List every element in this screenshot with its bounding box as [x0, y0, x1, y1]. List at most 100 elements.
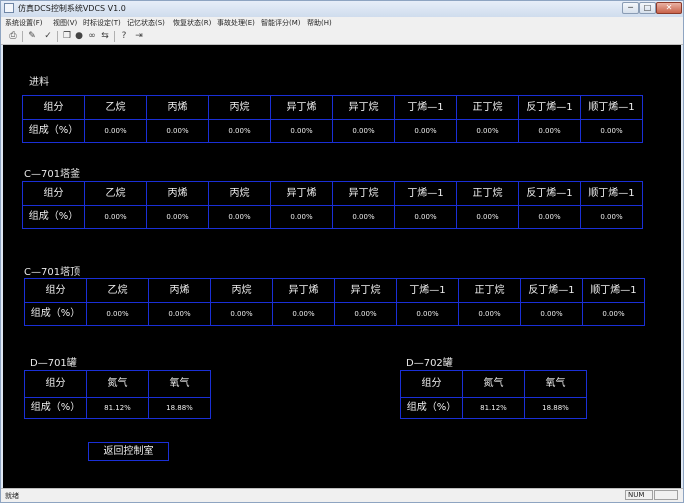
- value-cell: 0.00%: [210, 302, 273, 326]
- value-cell: 0.00%: [394, 119, 457, 143]
- header-label-cell: 组分: [24, 278, 87, 303]
- column-header-cell: 乙烷: [86, 278, 149, 303]
- column-header-cell: 丙烯: [146, 181, 209, 206]
- toolbar-separator: [22, 31, 23, 42]
- toolbar-separator: [57, 31, 58, 42]
- exit-icon[interactable]: ⇥: [133, 31, 145, 42]
- value-cell: 0.00%: [272, 302, 335, 326]
- record-icon[interactable]: ●: [73, 31, 85, 42]
- column-header-cell: 乙烷: [84, 181, 147, 206]
- value-cell: 0.00%: [458, 302, 521, 326]
- value-cell: 0.00%: [580, 205, 643, 229]
- value-cell: 0.00%: [396, 302, 459, 326]
- minimize-button[interactable]: ─: [622, 2, 639, 14]
- value-cell: 0.00%: [146, 205, 209, 229]
- copy-icon[interactable]: ❐: [61, 31, 73, 42]
- toolbar-separator: [114, 31, 115, 42]
- header-label-cell: 组分: [24, 370, 87, 398]
- value-cell: 0.00%: [332, 205, 395, 229]
- value-cell: 0.00%: [146, 119, 209, 143]
- column-header-cell: 丙烷: [208, 181, 271, 206]
- column-header-cell: 氮气: [462, 370, 525, 398]
- header-label-cell: 组分: [22, 95, 85, 120]
- d702-title: D—702罐: [406, 358, 453, 369]
- column-header-cell: 反丁烯—1: [520, 278, 583, 303]
- value-cell: 0.00%: [270, 119, 333, 143]
- column-header-cell: 正丁烷: [456, 95, 519, 120]
- column-header-cell: 异丁烯: [270, 95, 333, 120]
- menu-save-state[interactable]: 记忆状态(S): [127, 17, 165, 29]
- menu-incident[interactable]: 事故处理(E): [217, 17, 255, 29]
- column-header-cell: 反丁烯—1: [518, 181, 581, 206]
- menu-bar: 系统设置(F) 视图(V) 时标设定(T) 记忆状态(S) 恢复状态(R) 事故…: [1, 17, 683, 29]
- value-cell: 0.00%: [208, 119, 271, 143]
- value-cell: 18.88%: [148, 397, 211, 419]
- value-cell: 0.00%: [84, 119, 147, 143]
- value-cell: 0.00%: [148, 302, 211, 326]
- pencil-icon[interactable]: ✎: [26, 31, 38, 42]
- toolbar: ⎙ ✎ ✓ ❐ ● ∞ ⇆ ? ⇥: [1, 29, 683, 45]
- window-title: 仿真DCS控制系统VDCS V1.0: [18, 4, 126, 13]
- check-icon[interactable]: ✓: [42, 31, 54, 42]
- menu-time[interactable]: 时标设定(T): [83, 17, 121, 29]
- column-header-cell: 丙烷: [210, 278, 273, 303]
- menu-help[interactable]: 帮助(H): [307, 17, 332, 29]
- export-icon[interactable]: ⇆: [99, 31, 111, 42]
- return-control-room-button[interactable]: 返回控制室: [88, 442, 169, 461]
- value-cell: 0.00%: [518, 119, 581, 143]
- kettle-title: C—701塔釜: [24, 169, 81, 180]
- row-label-cell: 组成（%）: [400, 397, 463, 419]
- column-header-cell: 丁烯—1: [394, 95, 457, 120]
- menu-view[interactable]: 视图(V): [53, 17, 77, 29]
- value-cell: 18.88%: [524, 397, 587, 419]
- top-title: C—701塔顶: [24, 267, 81, 278]
- row-label-cell: 组成（%）: [22, 119, 85, 143]
- close-button[interactable]: ✕: [656, 2, 682, 14]
- row-label-cell: 组成（%）: [24, 397, 87, 419]
- column-header-cell: 氧气: [148, 370, 211, 398]
- row-label-cell: 组成（%）: [24, 302, 87, 326]
- column-header-cell: 正丁烷: [456, 181, 519, 206]
- header-label-cell: 组分: [22, 181, 85, 206]
- tape-icon[interactable]: ∞: [86, 31, 98, 42]
- value-cell: 0.00%: [580, 119, 643, 143]
- value-cell: 0.00%: [334, 302, 397, 326]
- value-cell: 0.00%: [456, 205, 519, 229]
- value-cell: 0.00%: [456, 119, 519, 143]
- column-header-cell: 异丁烯: [270, 181, 333, 206]
- help-icon[interactable]: ?: [118, 31, 130, 42]
- column-header-cell: 氧气: [524, 370, 587, 398]
- column-header-cell: 顺丁烯—1: [580, 181, 643, 206]
- column-header-cell: 顺丁烯—1: [582, 278, 645, 303]
- feed-title: 进料: [29, 77, 49, 88]
- value-cell: 0.00%: [332, 119, 395, 143]
- header-label-cell: 组分: [400, 370, 463, 398]
- column-header-cell: 正丁烷: [458, 278, 521, 303]
- column-header-cell: 异丁烷: [332, 181, 395, 206]
- menu-system[interactable]: 系统设置(F): [5, 17, 43, 29]
- row-label-cell: 组成（%）: [22, 205, 85, 229]
- column-header-cell: 异丁烷: [334, 278, 397, 303]
- value-cell: 0.00%: [270, 205, 333, 229]
- menu-restore-state[interactable]: 恢复状态(R): [173, 17, 211, 29]
- menu-scoring[interactable]: 智能评分(M): [261, 17, 301, 29]
- value-cell: 81.12%: [462, 397, 525, 419]
- column-header-cell: 丁烯—1: [394, 181, 457, 206]
- status-pane: [654, 490, 678, 500]
- app-window: 仿真DCS控制系统VDCS V1.0 ─ □ ✕ 系统设置(F) 视图(V) 时…: [0, 0, 684, 503]
- app-icon: [4, 3, 14, 13]
- column-header-cell: 异丁烯: [272, 278, 335, 303]
- main-panel: 进料 组分 组成（%） 乙烷 0.00% 丙烯 0.00% 丙烷 0.00% 异丁烯 0.00% 异…: [3, 45, 681, 488]
- value-cell: 81.12%: [86, 397, 149, 419]
- value-cell: 0.00%: [518, 205, 581, 229]
- title-bar[interactable]: 仿真DCS控制系统VDCS V1.0 ─ □ ✕: [1, 1, 683, 17]
- column-header-cell: 丁烯—1: [396, 278, 459, 303]
- column-header-cell: 顺丁烯—1: [580, 95, 643, 120]
- d701-title: D—701罐: [30, 358, 77, 369]
- num-lock-indicator: NUM: [625, 490, 653, 500]
- value-cell: 0.00%: [520, 302, 583, 326]
- column-header-cell: 丙烷: [208, 95, 271, 120]
- status-text: 就绪: [5, 492, 19, 500]
- maximize-button[interactable]: □: [639, 2, 656, 14]
- print-icon[interactable]: ⎙: [7, 31, 19, 42]
